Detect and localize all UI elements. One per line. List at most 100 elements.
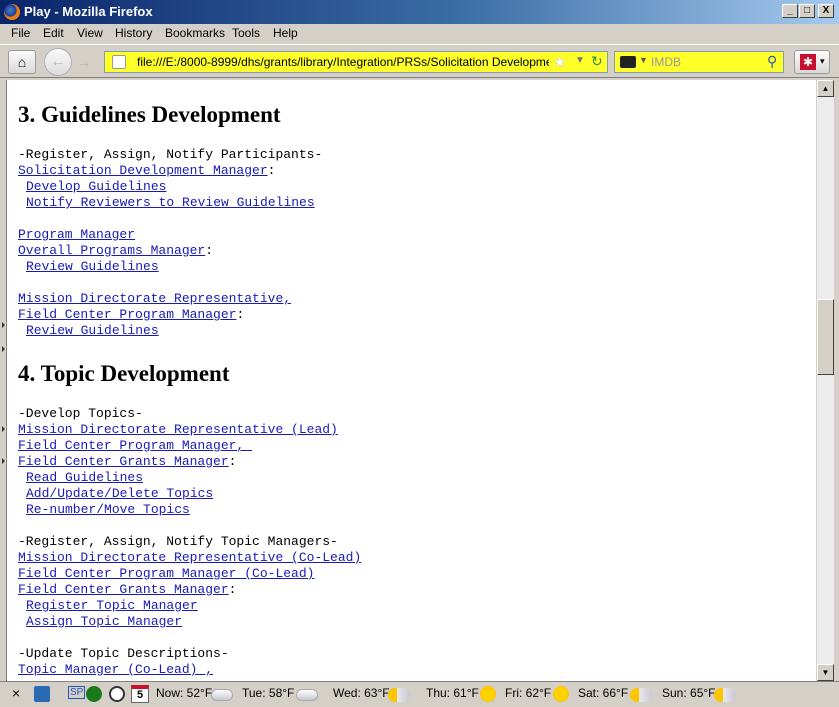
phase-label: -Develop Topics- xyxy=(18,406,143,421)
menu-view[interactable]: View xyxy=(77,26,103,40)
scroll-up-button[interactable]: ▲ xyxy=(817,80,834,97)
partly-sunny-icon xyxy=(714,688,736,702)
role-line: Field Center Program Manager: xyxy=(18,307,244,323)
role-link[interactable]: Field Center Grants Manager xyxy=(18,454,229,469)
colon: : xyxy=(228,454,237,469)
back-button[interactable]: ← xyxy=(44,48,72,76)
firefox-logo-icon xyxy=(4,4,20,20)
navigation-toolbar: ⌂ ← → file:///E:/8000-8999/dhs/grants/li… xyxy=(0,44,839,78)
menu-tools[interactable]: Tools xyxy=(232,26,260,40)
search-input[interactable]: IMDB xyxy=(651,55,681,69)
forward-button[interactable]: → xyxy=(74,52,94,72)
action-link[interactable]: Develop Guidelines xyxy=(26,179,166,194)
action-link[interactable]: Review Guidelines xyxy=(26,259,159,274)
addon-button[interactable]: ✱ ▾ xyxy=(794,50,830,74)
section-heading-topics: 4. Topic Development xyxy=(18,361,230,386)
home-button[interactable]: ⌂ xyxy=(8,50,36,74)
phase-label: -Update Topic Descriptions- xyxy=(18,646,229,661)
role-line: Overall Programs Manager: xyxy=(18,243,213,259)
maximize-button[interactable]: □ xyxy=(799,4,815,18)
minimize-button[interactable]: _ xyxy=(782,4,798,18)
cloud-icon xyxy=(211,689,233,701)
addon-x-icon[interactable] xyxy=(34,686,50,702)
scroll-down-button[interactable]: ▼ xyxy=(817,664,834,681)
cloud-icon xyxy=(296,689,318,701)
url-input[interactable]: file:///E:/8000-8999/dhs/grants/library/… xyxy=(137,55,549,69)
role-line: Program Manager xyxy=(18,227,135,243)
weather-tue[interactable]: Tue: 58°F xyxy=(242,686,294,700)
action-line: Register Topic Manager xyxy=(18,598,198,614)
side-marker-icon xyxy=(2,426,5,432)
role-line: Mission Directorate Representative (Co-L… xyxy=(18,550,361,566)
page-content: 3. Guidelines Development -Register, Ass… xyxy=(6,80,816,681)
url-dropdown-icon[interactable]: ▼ xyxy=(575,55,585,66)
role-link[interactable]: Field Center Program Manager, xyxy=(18,438,252,453)
scroll-thumb[interactable] xyxy=(817,299,834,375)
action-link[interactable]: Add/Update/Delete Topics xyxy=(26,486,213,501)
role-link[interactable]: Program Manager xyxy=(18,227,135,242)
search-bar[interactable]: ▼ IMDB ⚲ xyxy=(614,51,784,73)
close-statusbar-icon[interactable]: × xyxy=(12,685,20,701)
role-link[interactable]: Field Center Grants Manager xyxy=(18,582,229,597)
search-icon[interactable]: ⚲ xyxy=(767,53,777,70)
sun-icon xyxy=(553,686,569,702)
role-line: Mission Directorate Representative, xyxy=(18,291,291,307)
forward-icon: → xyxy=(77,54,91,70)
search-engine-icon[interactable] xyxy=(620,56,636,68)
weather-thu[interactable]: Thu: 61°F xyxy=(426,686,479,700)
menu-history[interactable]: History xyxy=(115,26,152,40)
role-link[interactable]: Field Center Program Manager xyxy=(18,307,236,322)
role-link[interactable]: Solicitation Development Manager xyxy=(18,163,268,178)
role-line: Solicitation Development Manager: xyxy=(18,163,275,179)
green-status-icon[interactable] xyxy=(86,686,102,702)
action-line: Assign Topic Manager xyxy=(18,614,182,630)
role-line: Field Center Grants Manager: xyxy=(18,454,236,470)
home-icon: ⌂ xyxy=(17,54,27,70)
role-link[interactable]: Overall Programs Manager xyxy=(18,243,205,258)
menu-file[interactable]: File xyxy=(11,26,30,40)
phase-label: -Register, Assign, Notify Participants- xyxy=(18,147,323,162)
menu-edit[interactable]: Edit xyxy=(43,26,64,40)
weather-sun[interactable]: Sun: 65°F xyxy=(662,686,716,700)
role-link[interactable]: Mission Directorate Representative, xyxy=(18,291,291,306)
side-marker-icon xyxy=(2,346,5,352)
action-link[interactable]: Re-number/Move Topics xyxy=(26,502,190,517)
addon-icon: ✱ xyxy=(800,54,816,70)
action-line: Review Guidelines xyxy=(18,323,159,339)
action-link[interactable]: Register Topic Manager xyxy=(26,598,198,613)
weather-wed[interactable]: Wed: 63°F xyxy=(333,686,390,700)
back-icon: ← xyxy=(50,53,66,70)
role-line: Field Center Program Manager (Co-Lead) xyxy=(18,566,314,582)
role-line: Field Center Program Manager, xyxy=(18,438,252,454)
role-line: Field Center Grants Manager: xyxy=(18,582,236,598)
action-link[interactable]: Assign Topic Manager xyxy=(26,614,182,629)
colon: : xyxy=(267,163,276,178)
vertical-scrollbar[interactable]: ▲ ▼ xyxy=(817,80,834,681)
bookmark-star-icon[interactable]: ★ xyxy=(553,53,566,71)
engine-dropdown-icon[interactable]: ▼ xyxy=(639,55,648,65)
side-marker-icon xyxy=(2,322,5,328)
menu-bar: File Edit View History Bookmarks Tools H… xyxy=(0,24,839,44)
action-link[interactable]: Notify Reviewers to Review Guidelines xyxy=(26,195,315,210)
close-button[interactable]: X xyxy=(818,4,834,18)
action-link[interactable]: Review Guidelines xyxy=(26,323,159,338)
partly-sunny-icon xyxy=(388,688,410,702)
url-bar[interactable]: file:///E:/8000-8999/dhs/grants/library/… xyxy=(104,51,608,73)
role-link[interactable]: Topic Manager (Co-Lead) , xyxy=(18,662,213,677)
site-identity-icon[interactable] xyxy=(112,55,126,69)
action-link[interactable]: Read Guidelines xyxy=(26,470,143,485)
reload-icon[interactable]: ↻ xyxy=(591,53,603,70)
colon: : xyxy=(236,307,245,322)
role-link[interactable]: Field Center Program Manager (Co-Lead) xyxy=(18,566,314,581)
clock-icon[interactable] xyxy=(109,686,125,702)
weather-fri[interactable]: Fri: 62°F xyxy=(505,686,551,700)
role-link[interactable]: Mission Directorate Representative (Co-L… xyxy=(18,550,361,565)
weather-sat[interactable]: Sat: 66°F xyxy=(578,686,628,700)
action-line: Re-number/Move Topics xyxy=(18,502,190,518)
role-link[interactable]: Mission Directorate Representative (Lead… xyxy=(18,422,338,437)
calendar-icon[interactable]: 5 xyxy=(131,685,149,703)
sp-badge[interactable]: SP xyxy=(68,686,86,699)
weather-now[interactable]: Now: 52°F xyxy=(156,686,212,700)
menu-help[interactable]: Help xyxy=(273,26,298,40)
menu-bookmarks[interactable]: Bookmarks xyxy=(165,26,225,40)
